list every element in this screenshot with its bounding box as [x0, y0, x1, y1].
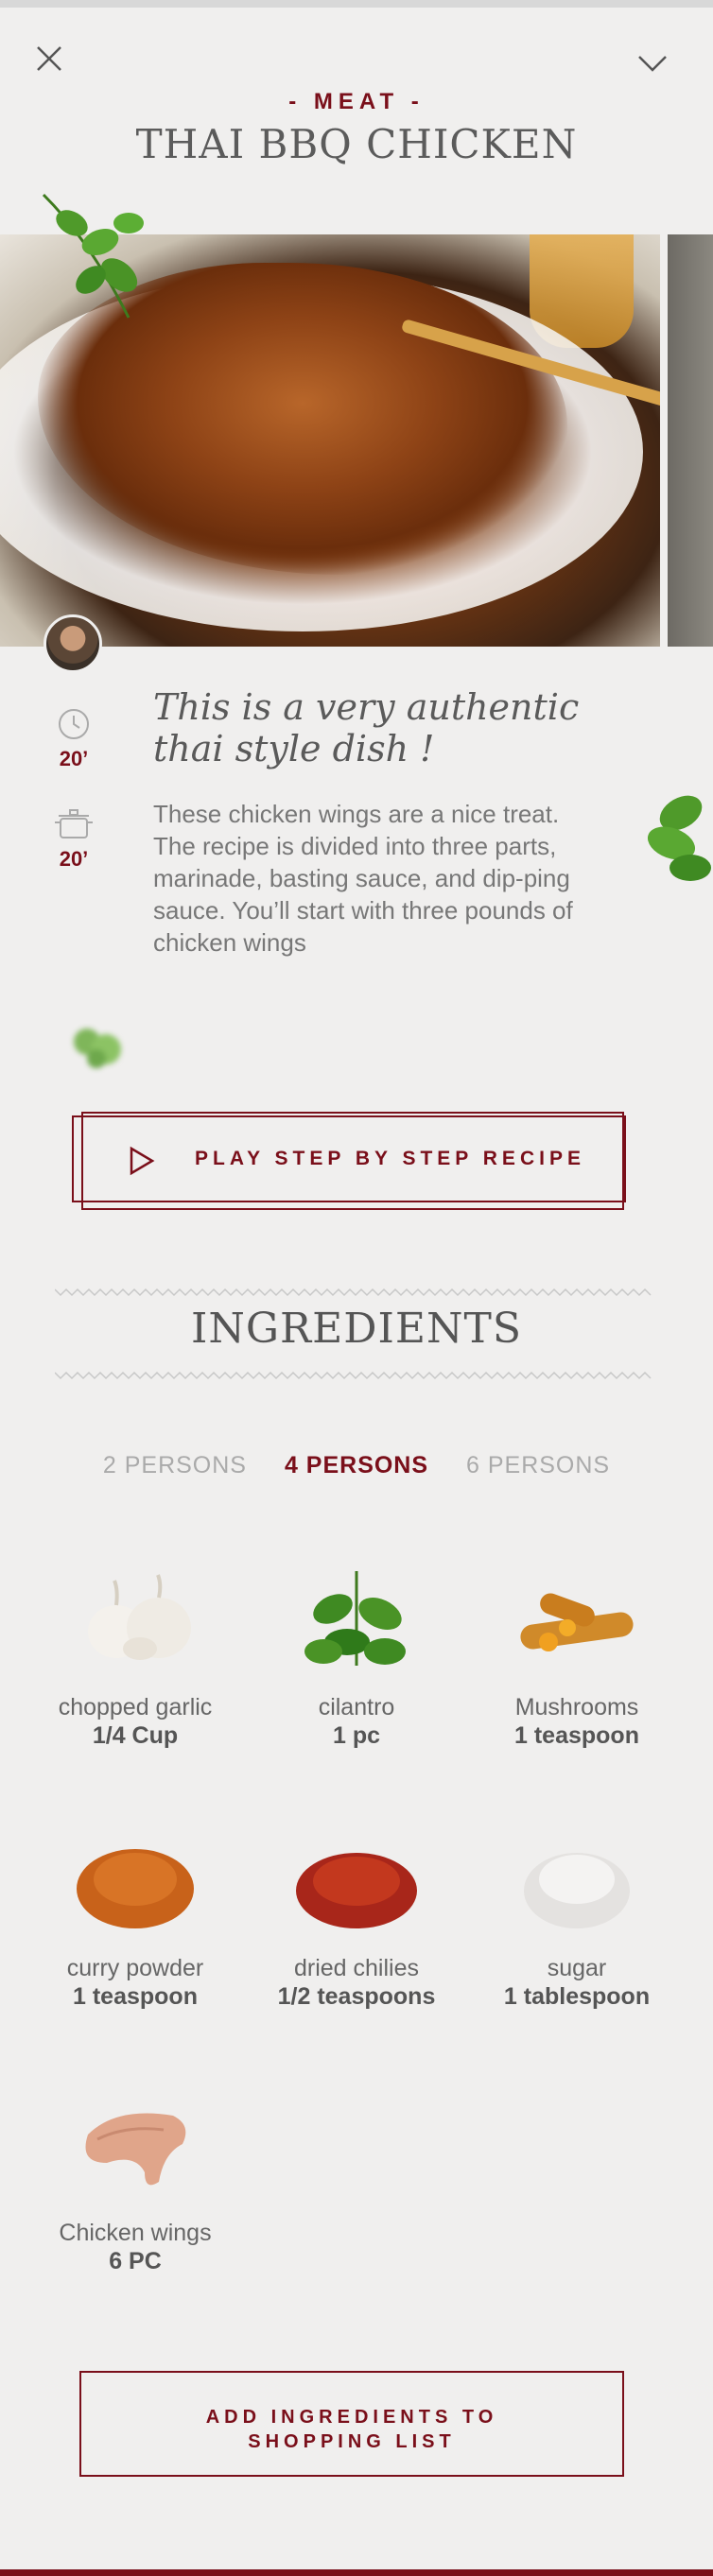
- ingredient-name: curry powder: [66, 1955, 204, 1981]
- ingredient-item[interactable]: curry powder 1 teaspoon: [22, 1823, 249, 2011]
- ingredient-quantity: 1 pc: [332, 1722, 381, 1749]
- shopping-button-label: ADD INGREDIENTS TO SHOPPING LIST: [81, 2405, 622, 2454]
- ingredient-name: chopped garlic: [58, 1694, 213, 1720]
- ingredient-item[interactable]: cilantro 1 pc: [243, 1562, 470, 1750]
- ingredient-quantity: 6 PC: [109, 2248, 162, 2274]
- play-recipe-label: PLAY STEP BY STEP RECIPE: [195, 1148, 585, 1169]
- ingredient-quantity: 1 tablespoon: [503, 1983, 651, 2010]
- ingredient-item[interactable]: Mushrooms 1 teaspoon: [463, 1562, 690, 1750]
- next-image-peek[interactable]: [668, 234, 713, 647]
- zigzag-divider-bottom: [55, 1371, 652, 1380]
- status-strip: [0, 0, 713, 8]
- servings-option-2[interactable]: 2 PERSONS: [103, 1452, 247, 1479]
- play-recipe-button[interactable]: PLAY STEP BY STEP RECIPE: [72, 1112, 626, 1210]
- dried-chilies-image: [296, 1853, 417, 1928]
- recipe-category: - MEAT -: [288, 89, 425, 114]
- add-to-shopping-list-button[interactable]: ADD INGREDIENTS TO SHOPPING LIST: [79, 2371, 624, 2477]
- ingredient-name: Mushrooms: [514, 1694, 639, 1720]
- cook-time-value: 20’: [59, 847, 89, 871]
- recipe-description: These chicken wings are a nice treat. Th…: [153, 800, 573, 957]
- ingredient-item[interactable]: dried chilies 1/2 teaspoons: [243, 1823, 470, 2011]
- curry-powder-image: [77, 1849, 194, 1928]
- bottom-accent-bar: [0, 2569, 713, 2576]
- ingredient-item[interactable]: sugar 1 tablespoon: [463, 1823, 690, 2011]
- cilantro-decoration-right: [647, 795, 711, 881]
- garlic-image: [88, 1574, 191, 1660]
- turmeric-image: [520, 1593, 634, 1651]
- servings-option-6[interactable]: 6 PERSONS: [466, 1452, 610, 1479]
- ingredient-quantity: 1 teaspoon: [514, 1722, 639, 1749]
- ingredient-item[interactable]: chopped garlic 1/4 Cup: [22, 1562, 249, 1750]
- prep-time-value: 20’: [59, 747, 89, 770]
- zigzag-divider-top: [55, 1288, 652, 1297]
- ingredient-name: cilantro: [318, 1694, 395, 1720]
- shopping-button-line1: ADD INGREDIENTS TO: [205, 2407, 498, 2428]
- recipe-headline: This is a very authentic thai style dish…: [153, 686, 580, 769]
- ingredient-name: sugar: [547, 1955, 607, 1981]
- chicken-wing-image: [85, 2113, 186, 2186]
- herb-blur-decoration: [74, 1029, 121, 1068]
- servings-selector: 2 PERSONS 4 PERSONS 6 PERSONS: [0, 1452, 713, 1479]
- ingredient-item[interactable]: Chicken wings 6 PC: [22, 2087, 249, 2275]
- cilantro-image: [304, 1571, 406, 1666]
- sugar-image: [524, 1853, 630, 1928]
- ingredients-title: INGREDIENTS: [190, 1305, 523, 1353]
- ingredient-quantity: 1/2 teaspoons: [277, 1983, 436, 2010]
- shopping-button-line2: SHOPPING LIST: [248, 2431, 456, 2452]
- clock-icon: [59, 709, 89, 739]
- close-icon[interactable]: [32, 42, 66, 76]
- chevron-down-icon[interactable]: [635, 53, 670, 76]
- cilantro-decoration: [42, 193, 144, 319]
- recipe-title: THAI BBQ CHICKEN: [135, 121, 578, 167]
- pot-icon: [55, 809, 93, 838]
- ingredient-name: dried chilies: [293, 1955, 419, 1981]
- ingredient-name: Chicken wings: [59, 2220, 212, 2246]
- ingredient-quantity: 1 teaspoon: [73, 1983, 198, 2010]
- ingredient-quantity: 1/4 Cup: [92, 1722, 179, 1749]
- servings-option-4[interactable]: 4 PERSONS: [285, 1452, 428, 1479]
- play-icon: [130, 1146, 155, 1176]
- chef-avatar[interactable]: [43, 614, 102, 673]
